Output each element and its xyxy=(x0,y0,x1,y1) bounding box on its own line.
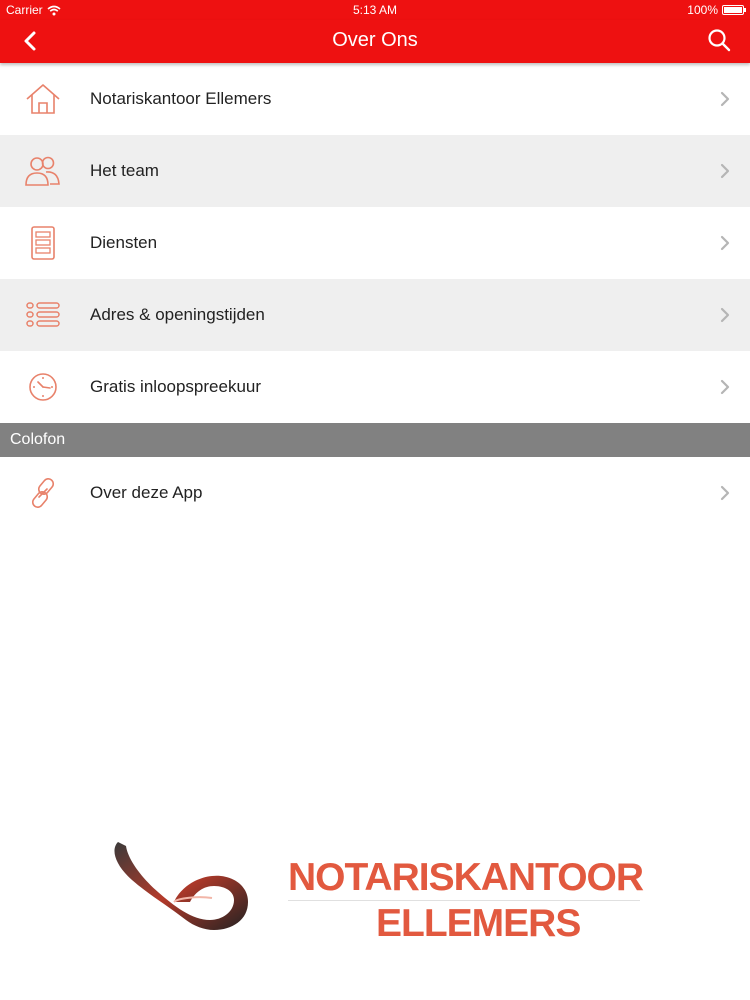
chevron-right-icon xyxy=(720,235,730,251)
status-time: 5:13 AM xyxy=(352,3,398,17)
list-item-over-deze-app[interactable]: Over deze App xyxy=(0,457,750,529)
list-item-adres[interactable]: Adres & openingstijden xyxy=(0,279,750,351)
list-item-label: Over deze App xyxy=(90,483,203,502)
logo-text-line2: ELLEMERS xyxy=(376,902,581,945)
battery-percent: 100% xyxy=(687,3,718,17)
house-icon xyxy=(26,84,60,114)
chevron-right-icon xyxy=(720,485,730,501)
list-item-label: Diensten xyxy=(90,233,158,252)
list-item-inloopspreekuur[interactable]: Gratis inloopspreekuur xyxy=(0,351,750,423)
list-item-label: Adres & openingstijden xyxy=(90,305,265,324)
battery-icon xyxy=(722,5,746,15)
status-bar: Carrier 5:13 AM 100% xyxy=(0,0,750,20)
navigation-bar: Over Ons xyxy=(0,20,750,63)
clock-icon xyxy=(29,373,57,401)
list-icon xyxy=(26,302,60,327)
list-item-label: Notariskantoor Ellemers xyxy=(90,89,272,108)
chevron-right-icon xyxy=(720,91,730,107)
list-item-label: Gratis inloopspreekuur xyxy=(90,377,262,396)
chevron-right-icon xyxy=(720,307,730,323)
company-logo: NOTARISKANTOOR ELLEMERS xyxy=(108,836,648,946)
list-item-diensten[interactable]: Diensten xyxy=(0,207,750,279)
menu-list: Notariskantoor Ellemers Het team Dienste… xyxy=(0,63,750,529)
logo-divider xyxy=(288,900,640,901)
battery-indicator: 100% xyxy=(687,3,746,17)
chevron-right-icon xyxy=(720,379,730,395)
logo-mark-icon xyxy=(114,842,248,930)
document-icon xyxy=(31,226,55,260)
section-header-colofon: Colofon xyxy=(0,423,750,457)
people-icon xyxy=(25,156,60,186)
list-item-het-team[interactable]: Het team xyxy=(0,135,750,207)
list-item-label: Het team xyxy=(90,161,159,180)
search-icon[interactable] xyxy=(706,27,732,53)
list-item-notariskantoor[interactable]: Notariskantoor Ellemers xyxy=(0,63,750,135)
page-title: Over Ons xyxy=(332,29,418,51)
logo-text-line1: NOTARISKANTOOR xyxy=(288,856,644,899)
chevron-right-icon xyxy=(720,163,730,179)
link-icon xyxy=(31,478,55,508)
